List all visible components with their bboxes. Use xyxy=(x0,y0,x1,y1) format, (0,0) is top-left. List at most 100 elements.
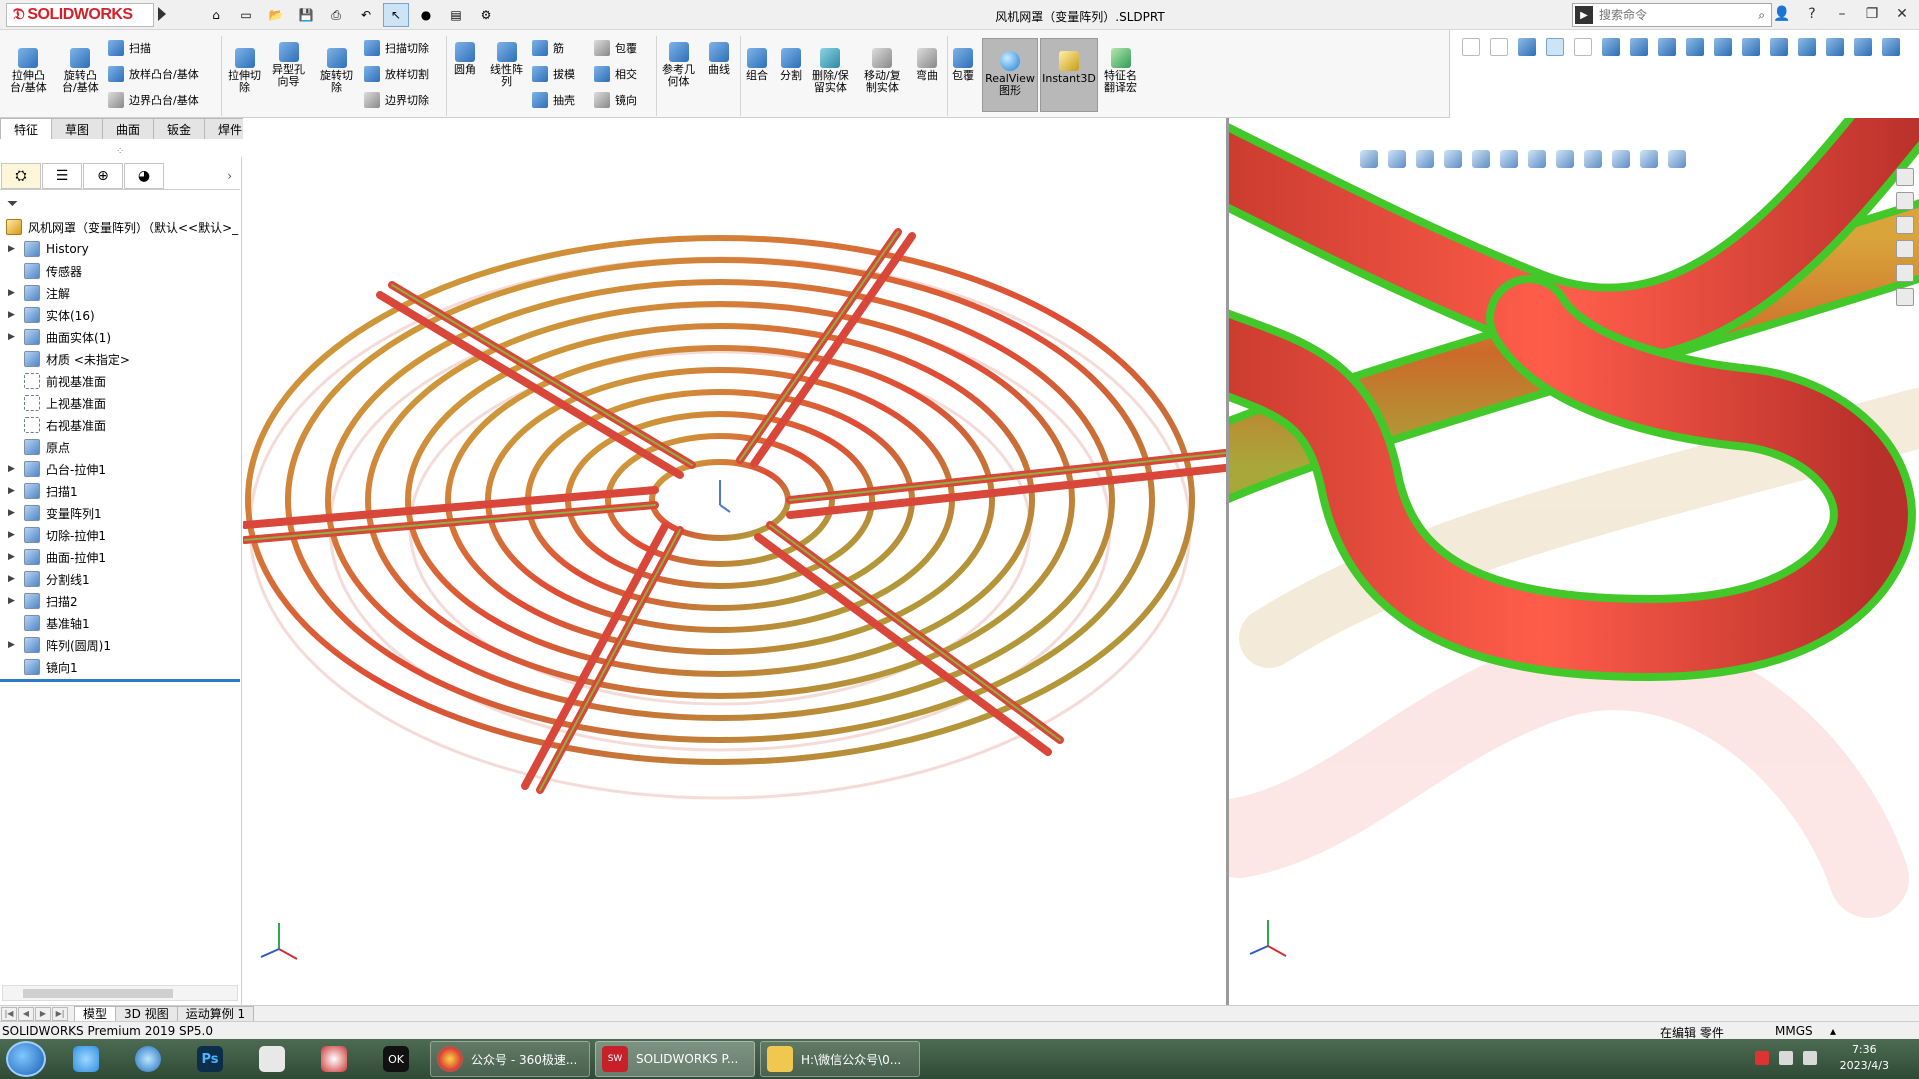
realview-graphics-button[interactable]: RealView 图形 xyxy=(982,38,1038,112)
expand-arrow-icon[interactable]: ▶ xyxy=(8,310,18,320)
tree-item[interactable]: ▶ 分割线1 xyxy=(0,568,240,590)
volume-icon[interactable] xyxy=(1779,1051,1793,1065)
prev-tab-arrow-icon[interactable]: ◀ xyxy=(18,1006,34,1021)
filter-edges-icon[interactable] xyxy=(1518,38,1536,56)
extrude-boss-button[interactable]: 拉伸凸 台/基体 xyxy=(10,48,47,94)
curves-button[interactable]: 曲线 xyxy=(708,42,730,76)
view-settings-icon[interactable] xyxy=(1640,150,1658,168)
section-view-icon[interactable] xyxy=(1444,150,1462,168)
apply-scene-icon[interactable] xyxy=(1612,150,1630,168)
expand-arrow-icon[interactable]: ▶ xyxy=(8,596,18,606)
start-button-icon[interactable] xyxy=(6,1041,46,1077)
tree-item[interactable]: ▶ 实体(16) xyxy=(0,304,240,326)
unit-arrow-icon[interactable]: ▴ xyxy=(1830,1024,1836,1038)
tree-item[interactable]: ▶ 变量阵列1 xyxy=(0,502,240,524)
sweep-button[interactable]: 扫描 xyxy=(108,40,151,56)
boundary-boss-button[interactable]: 边界凸台/基体 xyxy=(108,92,199,108)
restore-icon[interactable]: ❐ xyxy=(1861,4,1883,24)
rib-button[interactable]: 筋 xyxy=(532,40,564,56)
bottom-tab[interactable]: 运动算例 1 xyxy=(176,1005,255,1022)
ok-app-icon[interactable]: OK xyxy=(374,1042,418,1076)
box-icon[interactable] xyxy=(1714,38,1732,56)
linear-pattern-button[interactable]: 线性阵 列 xyxy=(490,42,523,88)
intersect-button[interactable]: 相交 xyxy=(594,66,637,82)
combine-button[interactable]: 组合 xyxy=(746,48,768,82)
options-gear-icon[interactable]: ⚙ xyxy=(473,3,499,27)
rollback-bar[interactable] xyxy=(0,679,240,682)
revolve-boss-button[interactable]: 旋转凸 台/基体 xyxy=(62,48,99,94)
hide-show-icon[interactable] xyxy=(1556,150,1574,168)
expand-arrow-icon[interactable]: ▶ xyxy=(8,464,18,474)
appearances-icon[interactable] xyxy=(1896,264,1914,282)
swept-cut-button[interactable]: 扫描切除 xyxy=(364,40,429,56)
taskbar-window-360-browser[interactable]: 公众号 - 360极速... xyxy=(430,1041,590,1077)
print-icon[interactable]: ⎙ xyxy=(323,3,349,27)
panel-expand-arrow-icon[interactable]: › xyxy=(227,169,232,183)
new-document-icon[interactable]: ▭ xyxy=(233,3,259,27)
boundary-cut-button[interactable]: 边界切除 xyxy=(364,92,429,108)
lofted-cut-button[interactable]: 放样切割 xyxy=(364,66,429,82)
file-explorer-icon[interactable] xyxy=(1896,216,1914,234)
dynamic-annotation-icon[interactable] xyxy=(1472,150,1490,168)
point-icon[interactable] xyxy=(1602,38,1620,56)
panel-grip-icon[interactable]: ⁘ xyxy=(116,146,124,157)
search-input[interactable] xyxy=(1593,5,1759,25)
calendar-app-icon[interactable] xyxy=(250,1042,294,1076)
command-search-box[interactable]: ▶ ⌕ xyxy=(1572,3,1772,27)
next-tab-arrow-icon[interactable]: ▶ xyxy=(35,1006,51,1021)
filter-faces-icon[interactable] xyxy=(1490,38,1508,56)
tree-item[interactable]: 前视基准面 xyxy=(0,370,240,392)
monitor-icon[interactable] xyxy=(1668,150,1686,168)
tree-item[interactable]: 右视基准面 xyxy=(0,414,240,436)
tree-item[interactable]: 传感器 xyxy=(0,260,240,282)
fan-guard-model-view[interactable] xyxy=(241,118,1229,1005)
graphics-viewport-right[interactable] xyxy=(1229,118,1919,1005)
split-button[interactable]: 分割 xyxy=(780,48,802,82)
tree-item[interactable]: ▶ 曲面-拉伸1 xyxy=(0,546,240,568)
taskbar-window-solidworks[interactable]: SW SOLIDWORKS P... xyxy=(595,1041,755,1077)
zoom-to-fit-icon[interactable] xyxy=(1360,150,1378,168)
file-properties-icon[interactable]: ▤ xyxy=(443,3,469,27)
tree-item[interactable]: ▶ 曲面实体(1) xyxy=(0,326,240,348)
delete-keep-body-button[interactable]: 删除/保 留实体 xyxy=(812,48,849,94)
scroll-thumb[interactable] xyxy=(23,989,173,998)
expand-arrow-icon[interactable]: ▶ xyxy=(8,574,18,584)
tree-item[interactable]: ▶ 扫描1 xyxy=(0,480,240,502)
view-palette-icon[interactable] xyxy=(1896,240,1914,258)
tree-item[interactable]: ▶ 扫描2 xyxy=(0,590,240,612)
wrap-button[interactable]: 包覆 xyxy=(594,40,637,56)
tree-item[interactable]: ▶ History xyxy=(0,238,240,260)
tree-item[interactable]: ▶ 切除-拉伸1 xyxy=(0,524,240,546)
ribbon-tab[interactable]: 钣金 xyxy=(153,118,205,139)
tree-item[interactable]: 基准轴1 xyxy=(0,612,240,634)
select-pointer-icon[interactable]: ↖ xyxy=(383,3,409,27)
ribbon-tab[interactable]: 草图 xyxy=(51,118,103,139)
view-orientation-icon[interactable] xyxy=(1500,150,1518,168)
undo-icon[interactable]: ↶ xyxy=(353,3,379,27)
feature-translate-macro-button[interactable]: 特征名 翻译宏 xyxy=(1104,48,1137,94)
first-tab-arrow-icon[interactable]: |◀ xyxy=(1,1006,17,1021)
tree-item[interactable]: ▶ 阵列(圆周)1 xyxy=(0,634,240,656)
loft-boss-button[interactable]: 放样凸台/基体 xyxy=(108,66,199,82)
save-icon[interactable]: 💾 xyxy=(293,3,319,27)
tree-item[interactable]: ▶ 注解 xyxy=(0,282,240,304)
display-style-icon[interactable] xyxy=(1528,150,1546,168)
expand-arrow-icon[interactable]: ▶ xyxy=(8,486,18,496)
tree-item[interactable]: 原点 xyxy=(0,436,240,458)
last-tab-arrow-icon[interactable]: ▶| xyxy=(52,1006,68,1021)
baidu-netdisk-icon[interactable] xyxy=(64,1042,108,1076)
ribbon-tab[interactable]: 特征 xyxy=(0,118,52,139)
fillet-button[interactable]: 圆角 xyxy=(454,42,476,76)
view-orient-icon[interactable] xyxy=(1686,38,1704,56)
design-library-icon[interactable] xyxy=(1896,192,1914,210)
bottom-tab[interactable]: 3D 视图 xyxy=(115,1005,178,1022)
expand-arrow-icon[interactable]: ▶ xyxy=(8,640,18,650)
hole-wizard-button[interactable]: 异型孔 向导 xyxy=(272,42,305,88)
plane-icon[interactable] xyxy=(1658,38,1676,56)
taskbar-window-explorer[interactable]: H:\微信公众号\0... xyxy=(760,1041,920,1077)
relation-icon[interactable] xyxy=(1770,38,1788,56)
tree-root-part[interactable]: 风机网罩（变量阵列）（默认<<默认>_ xyxy=(0,216,240,238)
minimize-icon[interactable]: – xyxy=(1831,4,1853,24)
wrap-large-button[interactable]: 包覆 xyxy=(952,48,974,82)
menu-expand-arrow-icon[interactable] xyxy=(158,7,166,21)
